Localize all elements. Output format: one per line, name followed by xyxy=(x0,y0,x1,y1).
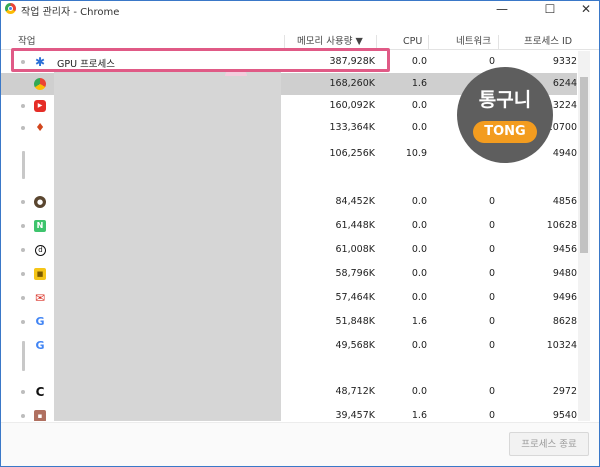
column-task[interactable]: 작업 xyxy=(18,35,35,49)
cpu-value: 0.0 xyxy=(411,292,427,303)
network-value: 0 xyxy=(488,386,495,397)
memory-value: 48,712K xyxy=(335,386,375,397)
memory-value: 49,568K xyxy=(335,340,375,351)
cpu-value: 1.6 xyxy=(411,410,427,421)
bullet-icon xyxy=(21,414,25,418)
cpu-value: 0.0 xyxy=(411,340,427,351)
pid-value: 9540 xyxy=(552,410,577,421)
flame-icon: ♦ xyxy=(35,121,45,134)
sticky-icon: ■ xyxy=(34,268,46,280)
network-value: 0 xyxy=(488,340,495,351)
cpu-value: 1.6 xyxy=(411,316,427,327)
memory-value: 39,457K xyxy=(335,410,375,421)
bullet-icon xyxy=(21,272,25,276)
face-icon: ● xyxy=(34,196,46,208)
bullet-icon xyxy=(21,200,25,204)
title-bar: 작업 관리자 - Chrome — ☐ ✕ xyxy=(1,1,599,18)
column-divider[interactable] xyxy=(376,35,377,49)
memory-value: 160,092K xyxy=(329,100,375,111)
youtube-icon: ▶ xyxy=(34,100,46,112)
pid-value: 4856 xyxy=(552,196,577,207)
column-cpu[interactable]: CPU xyxy=(403,35,422,49)
pid-value: 9456 xyxy=(552,244,577,255)
bullet-icon xyxy=(21,126,25,130)
scrollbar-thumb[interactable] xyxy=(580,77,588,253)
cpu-value: 0.0 xyxy=(411,220,427,231)
network-value: 0 xyxy=(488,268,495,279)
d-icon: d xyxy=(35,245,46,256)
redacted-area xyxy=(54,71,281,421)
cpu-value: 0.0 xyxy=(411,268,427,279)
network-value: 0 xyxy=(488,292,495,303)
bullet-icon xyxy=(21,390,25,394)
window-title: 작업 관리자 - Chrome xyxy=(21,7,120,18)
cpu-value: 0.0 xyxy=(411,100,427,111)
network-value: 0 xyxy=(488,316,495,327)
cpu-value: 1.6 xyxy=(411,78,427,89)
memory-value: 61,008K xyxy=(335,244,375,255)
end-process-button[interactable]: 프로세스 종료 xyxy=(509,432,589,456)
column-network[interactable]: 네트워크 xyxy=(456,35,491,49)
pid-value: 2972 xyxy=(552,386,577,397)
cpu-value: 0.0 xyxy=(411,196,427,207)
mail-icon: ✉ xyxy=(34,291,46,305)
memory-value: 61,448K xyxy=(335,220,375,231)
column-pid[interactable]: 프로세스 ID xyxy=(524,35,572,49)
pid-value: 9496 xyxy=(552,292,577,303)
network-value: 0 xyxy=(488,410,495,421)
group-collapse-bar[interactable] xyxy=(22,151,25,179)
column-divider[interactable] xyxy=(284,35,285,49)
watermark-logo: 통구니 TONG xyxy=(457,67,553,163)
pid-value: 8628 xyxy=(552,316,577,327)
cpu-value: 0.0 xyxy=(411,56,427,67)
bullet-icon xyxy=(21,320,25,324)
memory-value: 133,364K xyxy=(329,122,375,133)
column-divider[interactable] xyxy=(498,35,499,49)
google-icon: G xyxy=(35,339,45,352)
bullet-icon xyxy=(21,248,25,252)
chrome-app-icon xyxy=(5,3,16,14)
cpu-value: 0.0 xyxy=(411,386,427,397)
cpu-value: 0.0 xyxy=(411,244,427,255)
watermark-tag: TONG xyxy=(473,121,537,143)
network-value: 0 xyxy=(488,196,495,207)
pid-value: 10324 xyxy=(546,340,577,351)
n-icon: N xyxy=(34,220,46,232)
memory-value: 51,848K xyxy=(335,316,375,327)
chrome-icon xyxy=(34,78,46,90)
image-icon: ▪ xyxy=(34,410,46,421)
memory-value: 106,256K xyxy=(329,148,375,159)
column-memory[interactable]: 메모리 사용량 ▼ xyxy=(297,35,363,49)
annotation-highlight-box xyxy=(11,48,390,72)
memory-value: 57,464K xyxy=(335,292,375,303)
memory-value: 58,796K xyxy=(335,268,375,279)
bullet-icon xyxy=(21,104,25,108)
network-value: 0 xyxy=(488,56,495,67)
network-value: 0 xyxy=(488,244,495,255)
watermark-name: 통구니 xyxy=(478,89,532,111)
minimize-button[interactable]: — xyxy=(487,1,517,17)
column-divider[interactable] xyxy=(428,35,429,49)
bullet-icon xyxy=(21,296,25,300)
google-icon: G xyxy=(35,315,45,328)
cpu-value: 0.0 xyxy=(411,122,427,133)
pid-value: 9332 xyxy=(552,56,577,67)
pid-value: 10628 xyxy=(546,220,577,231)
bullet-icon xyxy=(21,224,25,228)
maximize-button[interactable]: ☐ xyxy=(535,1,565,17)
cpu-value: 10.9 xyxy=(405,148,427,159)
group-collapse-bar[interactable] xyxy=(22,341,25,371)
task-manager-window: 작업 관리자 - Chrome — ☐ ✕ 작업 메모리 사용량 ▼ CPU 네… xyxy=(0,0,600,467)
memory-value: 168,260K xyxy=(329,78,375,89)
close-button[interactable]: ✕ xyxy=(571,1,599,17)
network-value: 0 xyxy=(488,220,495,231)
memory-value: 84,452K xyxy=(335,196,375,207)
pid-value: 9480 xyxy=(552,268,577,279)
c-icon: C xyxy=(35,385,45,399)
